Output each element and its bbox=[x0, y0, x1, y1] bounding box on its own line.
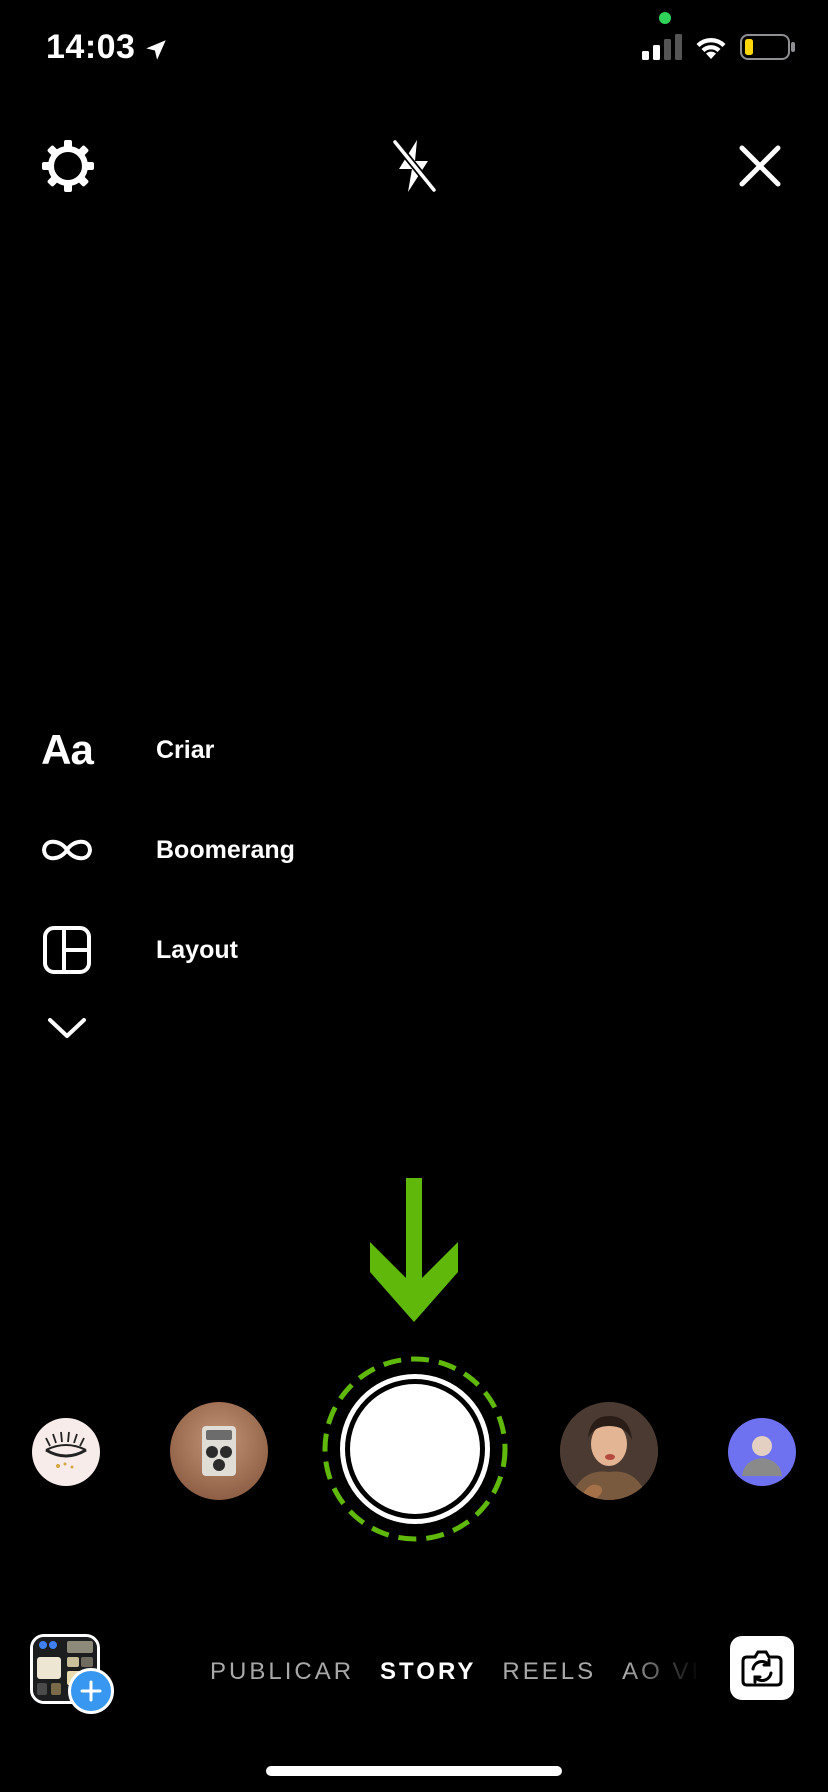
close-button[interactable] bbox=[730, 136, 790, 196]
annotation-arrow-down-icon bbox=[370, 1178, 458, 1322]
effect-portrait[interactable] bbox=[560, 1402, 658, 1500]
menu-item-layout[interactable]: Layout bbox=[36, 900, 436, 1000]
mode-tab-ao-vivo[interactable]: AO VIVO bbox=[622, 1658, 700, 1686]
settings-button[interactable] bbox=[38, 136, 98, 196]
menu-item-boomerang[interactable]: Boomerang bbox=[36, 800, 436, 900]
status-time: 14:03 bbox=[46, 28, 169, 67]
side-menu: Aa Criar Boomerang Layout bbox=[36, 700, 436, 1000]
gear-icon bbox=[42, 140, 94, 192]
shutter-button[interactable] bbox=[340, 1374, 490, 1524]
menu-item-label: Boomerang bbox=[156, 835, 295, 864]
effect-eyelash[interactable] bbox=[32, 1418, 100, 1486]
plus-icon bbox=[80, 1680, 102, 1702]
effect-retro-camera[interactable] bbox=[170, 1402, 268, 1500]
status-icons bbox=[642, 34, 796, 60]
infinity-icon bbox=[36, 819, 98, 881]
status-time-text: 14:03 bbox=[46, 28, 136, 66]
flip-camera-button[interactable] bbox=[730, 1636, 794, 1700]
flash-off-icon bbox=[392, 139, 437, 193]
menu-item-label: Layout bbox=[156, 935, 238, 964]
eyelash-icon bbox=[45, 1431, 87, 1469]
shutter-area bbox=[322, 1356, 508, 1542]
close-icon bbox=[739, 145, 781, 187]
mic-indicator-dot bbox=[659, 12, 671, 24]
menu-item-criar[interactable]: Aa Criar bbox=[36, 700, 436, 800]
home-indicator[interactable] bbox=[266, 1766, 562, 1776]
avatar-icon bbox=[742, 1436, 782, 1476]
aa-text-icon: Aa bbox=[41, 726, 94, 773]
layout-grid-icon bbox=[36, 919, 98, 981]
wifi-icon bbox=[696, 37, 726, 59]
camera-mode-selector: PUBLICAR STORY REELS AO VIVO bbox=[210, 1652, 700, 1692]
mode-tab-story[interactable]: STORY bbox=[380, 1658, 476, 1686]
mode-tab-publicar[interactable]: PUBLICAR bbox=[210, 1658, 354, 1686]
effect-avatar[interactable] bbox=[728, 1418, 796, 1486]
signal-icon bbox=[642, 34, 682, 60]
mode-tab-reels[interactable]: REELS bbox=[502, 1658, 596, 1686]
flash-toggle-button[interactable] bbox=[384, 136, 444, 196]
retro-camera-icon bbox=[202, 1426, 236, 1476]
portrait-thumbnail bbox=[560, 1402, 658, 1500]
add-button[interactable] bbox=[68, 1668, 114, 1714]
chevron-down-icon[interactable] bbox=[44, 1010, 90, 1046]
menu-item-label: Criar bbox=[156, 735, 215, 764]
battery-icon bbox=[740, 34, 795, 60]
camera-flip-icon bbox=[741, 1650, 783, 1687]
shutter-button-inner bbox=[350, 1384, 480, 1514]
location-arrow-icon bbox=[146, 39, 167, 60]
camera-screen: 14:03 Aa Criar Boomerang Layout PUBLICAR… bbox=[0, 0, 828, 1792]
